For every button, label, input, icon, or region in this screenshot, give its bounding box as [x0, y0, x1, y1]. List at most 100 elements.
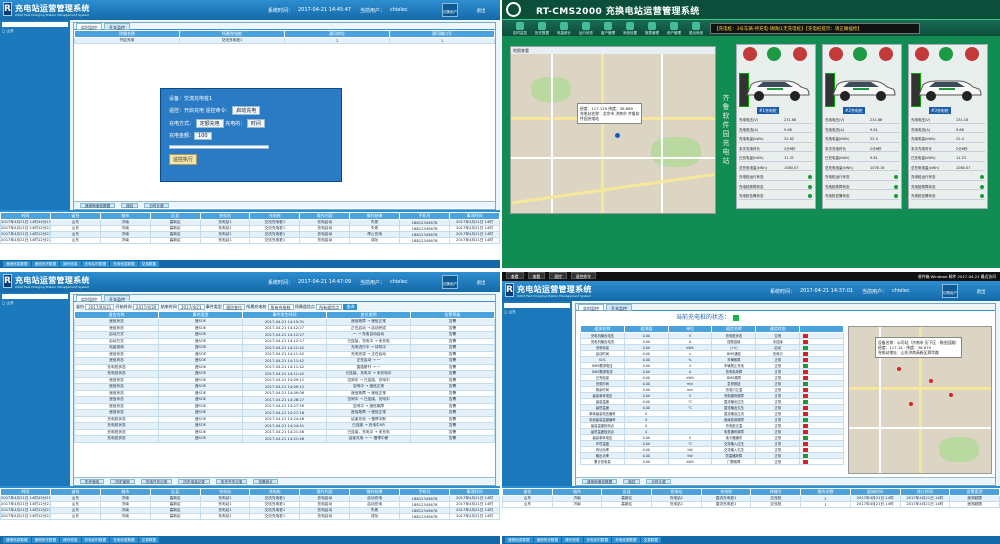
menu-item-5[interactable]: 系统设置	[620, 22, 640, 36]
map-marker-icon[interactable]	[949, 393, 953, 397]
table-row[interactable]: 充电桩状态 遥SOE 2017-04-21 14:21:46 结束充电 → 一 慢停中…	[74, 435, 495, 443]
bottom-tab[interactable]: 遥测信息数据	[3, 537, 31, 543]
bottom-tab[interactable]: 交易数据	[138, 261, 159, 267]
amount-input[interactable]: 100	[194, 132, 212, 140]
subtab[interactable]: 充电开关记录	[140, 479, 173, 484]
exit-button[interactable]: 退出	[472, 3, 490, 17]
switch-user-button[interactable]: 切换用户	[442, 3, 458, 17]
menu-item-2[interactable]: 电量统计	[554, 22, 574, 36]
bottom-tab[interactable]: 遥测历史数据	[31, 537, 60, 543]
start-date-input[interactable]: 2017/4/20	[132, 304, 160, 310]
subtab-telemetry[interactable]: 遥测和遥信数据	[80, 203, 116, 208]
cell: 2017年4月21日 14时	[449, 237, 500, 244]
menu-item-4[interactable]: 客户管理	[598, 22, 618, 36]
cell: 济南	[99, 513, 151, 520]
subtab[interactable]: 历史遥测	[110, 479, 135, 484]
point-select[interactable]: 所有遥信点	[316, 304, 343, 310]
menu-item-6[interactable]: 报表管理	[642, 22, 662, 36]
tab-switch[interactable]: 开关监控	[104, 295, 130, 302]
subtab-telemetry[interactable]: 遥测和遥信数据	[582, 479, 618, 484]
station-map[interactable]: 地图查看 经度：117.129 纬度：36.689 充电站名称：北京市 济南市 …	[510, 46, 716, 214]
tab-realtime[interactable]: 实时监控	[76, 295, 102, 302]
execute-button[interactable]: 遥控执行	[169, 154, 198, 165]
subtab[interactable]: 告警统计	[253, 479, 278, 484]
bottom-tab[interactable]: 充电信息数据	[110, 261, 138, 267]
menu-icon	[560, 22, 568, 30]
bottom-tab[interactable]: 遥测历史数据	[31, 261, 60, 267]
subtab[interactable]: 历史电量记录	[178, 479, 210, 484]
pile-label: #3充电桩	[929, 107, 951, 114]
station-map[interactable]: 设备名称：公司站（济南市 历下区 · 稀金园路） 经度：117.14 · 纬度：…	[848, 326, 992, 474]
tab-switch[interactable]: 开关监控	[606, 304, 632, 311]
bottom-tab[interactable]: 充电实时数据	[81, 537, 110, 543]
tab-switch[interactable]: 开关监控	[104, 23, 130, 30]
status-light-icon	[829, 47, 843, 61]
map-marker-icon[interactable]	[615, 133, 620, 138]
tree-search-input[interactable]	[2, 22, 68, 27]
command-select[interactable]: 启动充电	[232, 106, 261, 115]
bottom-tab[interactable]: 操作信息	[562, 537, 583, 543]
subtab-billing[interactable]: 分时计费	[144, 203, 169, 208]
subtab[interactable]: 历史遥信	[80, 479, 105, 484]
tab-realtime[interactable]: 实时监控	[76, 23, 102, 30]
menu-item-7[interactable]: 用户管理	[664, 22, 684, 36]
bottom-tab[interactable]: 操作信息	[60, 537, 81, 543]
exit-button[interactable]: 退出	[472, 275, 490, 289]
query-button[interactable]: 查询	[343, 304, 358, 310]
col-header: 时间	[0, 212, 51, 220]
tree-search-input[interactable]	[504, 303, 570, 308]
tab-realtime[interactable]: 实时监控	[578, 304, 604, 311]
table-row[interactable]: 2017年4月21日 14时12分27秒 山东 济南 高新区 充电站1 交流充电桩1 充电启…	[0, 237, 500, 244]
mode-select[interactable]: 定额充电	[195, 119, 224, 128]
bottom-tab[interactable]: 操作信息	[60, 261, 81, 267]
table-row[interactable]: 累计充电量 0.00 kWh 门禁故障 正常	[580, 458, 844, 465]
toolbar-button[interactable]: 查看	[527, 272, 546, 279]
switch-user-button[interactable]: 切换用户	[942, 284, 958, 298]
date-input[interactable]: 2017/04/21	[85, 304, 115, 310]
bottom-tab[interactable]: 遥测信息数据	[3, 261, 31, 267]
bottom-tab[interactable]: 交易数据	[640, 537, 661, 543]
amount-bar[interactable]	[169, 144, 269, 149]
status-dot-icon	[808, 184, 812, 189]
menu-item-3[interactable]: 运行状态	[576, 22, 596, 36]
map-marker-icon[interactable]	[909, 402, 913, 406]
log-table: 时间 省份 城市 区县 充电站 充电桩 操作内容 操作结果 手机号 事项时间 2017年4月21日 …	[0, 488, 500, 520]
metric-value: 9.68	[956, 127, 964, 132]
toolbar-button[interactable]: 查看	[506, 272, 524, 279]
event-type-select[interactable]: 遥信变位	[223, 304, 246, 310]
alarm-log: 省份 城市 区县 充电站 充电桩 终端号 操作次数 起始时间 终止时间 告警类型 山东 济南 高新区 充电…	[502, 486, 1000, 536]
toolbar-button[interactable]: 遥控命令	[570, 272, 596, 279]
cell: 充电桩状态	[74, 435, 159, 443]
menu-label: 实时监控	[513, 31, 527, 35]
bottom-tab[interactable]: 充电实时数据	[583, 537, 612, 543]
tree-search-input[interactable]	[2, 294, 68, 299]
toolbar-button[interactable]: 遥控	[549, 272, 567, 279]
subtab-billing[interactable]: 分时计费	[646, 479, 671, 484]
map-marker-icon[interactable]	[929, 379, 933, 383]
end-date-input[interactable]: 2017/4/21	[177, 304, 205, 310]
menu-item-1[interactable]: 历史数据	[532, 22, 552, 36]
bottom-tab[interactable]: 充电实时数据	[81, 261, 110, 267]
subtab-remote[interactable]: 遥控	[623, 479, 641, 484]
subtab[interactable]: 历史开关记录	[215, 479, 248, 484]
table-row[interactable]: 山东 济南 高新区 充电站1 直流充电桩1 交流桩 1 2017年4月21日 14时 2017年…	[502, 501, 1000, 508]
col-header: 遥测值	[623, 325, 669, 333]
bottom-tab[interactable]: 遥测历史数据	[533, 537, 562, 543]
bottom-tab[interactable]: 充电信息数据	[612, 537, 640, 543]
table-row[interactable]: 2017年4月21日 14时12分27秒 山东 济南 高新区 充电站1 交流充电桩1 充电启…	[0, 513, 500, 520]
window-bar-text: 收件箱 Windows 邮件 2017-04-21 最近访问	[917, 274, 996, 279]
map-marker-icon[interactable]	[897, 367, 901, 371]
subtab-remote[interactable]: 遥控	[121, 203, 139, 208]
switch-user-button[interactable]: 切换用户	[442, 275, 458, 289]
menu-item-0[interactable]: 实时监控	[510, 22, 530, 36]
metric-label: 充电电压(V)	[739, 118, 759, 122]
unit-select[interactable]: 时间	[246, 119, 265, 128]
bottom-tab[interactable]: 交易数据	[138, 537, 159, 543]
bottom-tab[interactable]: 遥测信息数据	[505, 537, 533, 543]
menu-item-8[interactable]: 退出系统	[686, 22, 706, 36]
exit-button[interactable]: 退出	[972, 284, 990, 298]
pile-select[interactable]: 所有充电桩	[267, 304, 294, 310]
cell: 告警	[410, 435, 495, 443]
bottom-tab[interactable]: 充电信息数据	[110, 537, 138, 543]
table-row[interactable]: 开启充电 交流充电桩1 1 1	[74, 37, 495, 44]
